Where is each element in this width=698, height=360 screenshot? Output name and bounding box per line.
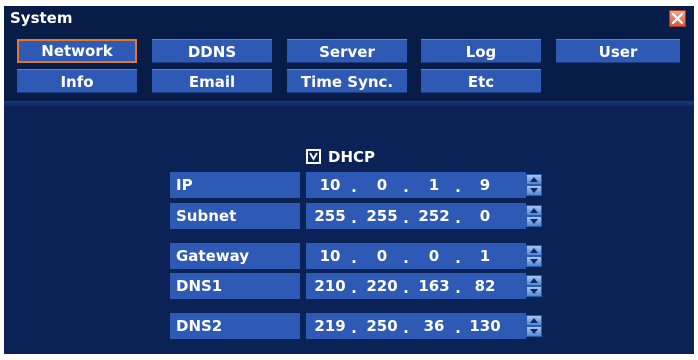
ip-spin-up-button[interactable] [526,174,542,185]
tab-email[interactable]: Email [152,69,272,93]
gateway-spin-up-button[interactable] [526,245,542,256]
spin-up-icon [530,318,538,323]
ip-separator: . [351,319,357,337]
dns2-row: DNS2 219 . 250 . 36 . 130 [170,313,550,339]
spin-down-icon [530,259,538,264]
dns1-spinner[interactable] [526,275,542,297]
ip-separator: . [455,249,461,267]
ip-octet-3[interactable]: 1 [416,172,452,198]
dns1-row: DNS1 210 . 220 . 163 . 82 [170,273,550,299]
subnet-octet-4[interactable]: 0 [467,203,503,229]
ip-separator: . [403,209,409,227]
spin-down-icon [530,219,538,224]
ip-spin-down-button[interactable] [526,185,542,196]
dns2-octet-3[interactable]: 36 [416,313,452,339]
dns1-octet-2[interactable]: 220 [364,273,400,299]
gateway-spin-down-button[interactable] [526,256,542,267]
gateway-octet-4[interactable]: 1 [467,243,503,269]
tab-user[interactable]: User [556,39,680,63]
dns1-spin-down-button[interactable] [526,286,542,297]
ip-separator: . [455,209,461,227]
tab-etc[interactable]: Etc [421,69,541,93]
spin-up-icon [530,248,538,253]
ip-octet-1[interactable]: 10 [312,172,348,198]
dns2-label: DNS2 [170,313,300,339]
ip-separator: . [455,178,461,196]
ip-separator: . [403,279,409,297]
tab-info[interactable]: Info [17,69,137,93]
ip-octet-2[interactable]: 0 [364,172,400,198]
ip-separator: . [351,279,357,297]
ip-separator: . [403,249,409,267]
spin-up-icon [530,278,538,283]
ip-label: IP [170,172,300,198]
ip-octet-4[interactable]: 9 [467,172,503,198]
ip-separator: . [403,319,409,337]
dns2-input[interactable]: 219 . 250 . 36 . 130 [306,313,526,339]
ip-separator: . [351,178,357,196]
dns1-octet-4[interactable]: 82 [467,273,503,299]
ip-separator: . [351,249,357,267]
spin-up-icon [530,177,538,182]
title-bar: System [4,6,694,30]
spin-down-icon [530,289,538,294]
dns2-octet-4[interactable]: 130 [467,313,503,339]
dhcp-checkbox[interactable] [306,149,321,164]
dns2-spin-up-button[interactable] [526,315,542,326]
ip-row: IP 10 . 0 . 1 . 9 [170,172,550,198]
gateway-row: Gateway 10 . 0 . 0 . 1 [170,243,550,269]
tab-log[interactable]: Log [421,39,541,63]
dhcp-label: DHCP [328,148,376,166]
dns1-octet-3[interactable]: 163 [416,273,452,299]
spin-up-icon [530,208,538,213]
close-button[interactable] [669,10,686,27]
window-title: System [10,9,73,27]
gateway-octet-2[interactable]: 0 [364,243,400,269]
subnet-octet-2[interactable]: 255 [364,203,400,229]
subnet-octet-1[interactable]: 255 [312,203,348,229]
ip-separator: . [403,178,409,196]
subnet-row: Subnet 255 . 255 . 252 . 0 [170,203,550,229]
gateway-octet-1[interactable]: 10 [312,243,348,269]
subnet-input[interactable]: 255 . 255 . 252 . 0 [306,203,526,229]
ip-separator: . [351,209,357,227]
close-icon [672,13,683,24]
subnet-label: Subnet [170,203,300,229]
dns1-spin-up-button[interactable] [526,275,542,286]
dns2-spinner[interactable] [526,315,542,337]
gateway-octet-3[interactable]: 0 [416,243,452,269]
subnet-spin-up-button[interactable] [526,205,542,216]
tab-ddns[interactable]: DDNS [152,39,272,63]
gateway-input[interactable]: 10 . 0 . 0 . 1 [306,243,526,269]
tab-server[interactable]: Server [287,39,407,63]
ip-separator: . [455,279,461,297]
dns2-octet-2[interactable]: 250 [364,313,400,339]
subnet-spin-down-button[interactable] [526,216,542,227]
subnet-spinner[interactable] [526,205,542,227]
tab-network[interactable]: Network [17,39,137,63]
subnet-octet-3[interactable]: 252 [416,203,452,229]
gateway-spinner[interactable] [526,245,542,267]
ip-spinner[interactable] [526,174,542,196]
dns2-spin-down-button[interactable] [526,326,542,337]
dns1-label: DNS1 [170,273,300,299]
ip-separator: . [455,319,461,337]
system-window: System Network DDNS Server Log User Info… [4,6,694,354]
dns2-octet-1[interactable]: 219 [312,313,348,339]
spin-down-icon [530,188,538,193]
tab-time-sync[interactable]: Time Sync. [287,69,407,93]
gateway-label: Gateway [170,243,300,269]
check-icon [309,152,318,161]
ip-address-input[interactable]: 10 . 0 . 1 . 9 [306,172,526,198]
dns1-octet-1[interactable]: 210 [312,273,348,299]
spin-down-icon [530,329,538,334]
dns1-input[interactable]: 210 . 220 . 163 . 82 [306,273,526,299]
